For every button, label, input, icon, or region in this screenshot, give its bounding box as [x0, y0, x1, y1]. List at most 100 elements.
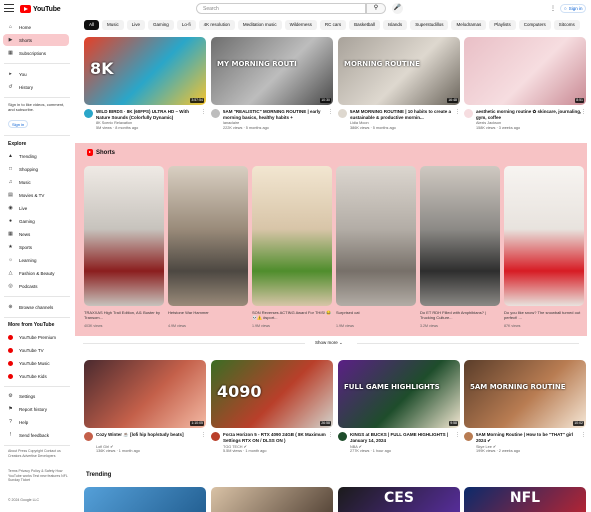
video-title[interactable]: Forza Horizon 5 - RTX 4090 24GB ( 8K Max… — [223, 432, 331, 443]
sidebar-item-live[interactable]: ◉ Live — [3, 202, 69, 214]
trending-thumbnail[interactable]: NFL — [464, 487, 586, 512]
sidebar-item-browse-channels[interactable]: ⊕ Browse channels — [3, 301, 69, 313]
video-title[interactable]: WILD BIRDS · 8K (60FPS) ULTRA HD – With … — [96, 109, 204, 120]
channel-avatar[interactable] — [338, 109, 347, 118]
youtube-logo[interactable]: YouTube — [20, 4, 61, 14]
channel-name[interactable]: lanaclaire — [223, 121, 331, 125]
short-thumbnail[interactable] — [504, 166, 584, 306]
video-title[interactable]: aesthetic morning routine ✿ skincare, jo… — [476, 109, 584, 120]
trending-thumbnail[interactable]: CES — [338, 487, 460, 512]
sidebar-item-youtube-tv[interactable]: YouTube TV — [3, 344, 69, 356]
short-title[interactable]: Hetstone War Hammer — [168, 310, 248, 320]
sidebar-signin-button[interactable]: Sign in — [8, 120, 29, 128]
video-card[interactable]: FULL GAME HIGHLIGHTS 9:58 KINGS at BUCKS |… — [338, 360, 460, 456]
video-thumbnail[interactable]: FULL GAME HIGHLIGHTS 9:58 — [338, 360, 460, 428]
sidebar-item-send-feedback[interactable]: ! Send feedback — [3, 429, 69, 441]
signin-button[interactable]: ○ Sign in — [560, 4, 587, 13]
filter-chip[interactable]: Melodramas — [451, 20, 487, 30]
sidebar-item-shopping[interactable]: □ Shopping — [3, 163, 69, 175]
filter-chip[interactable]: RC cars — [319, 20, 347, 30]
sidebar-item-youtube-kids[interactable]: YouTube Kids — [3, 370, 69, 382]
more-options-icon[interactable]: ⋮ — [455, 109, 460, 115]
search-button[interactable]: ⚲ — [366, 3, 386, 14]
filter-chip[interactable]: Sitcoms — [553, 20, 580, 30]
more-options-icon[interactable]: ⋮ — [455, 432, 460, 438]
trending-thumbnail[interactable] — [84, 487, 206, 512]
sidebar-item-podcasts[interactable]: ◎ Podcasts — [3, 280, 69, 292]
filter-chip[interactable]: Basketball — [349, 20, 380, 30]
video-card[interactable]: 1:10:05 Cozy Winter ☕ [lofi hip hop/study… — [84, 360, 206, 456]
filter-chip[interactable]: Music — [102, 20, 124, 30]
search-input[interactable]: Search — [196, 3, 366, 14]
more-options-icon[interactable]: ⋮ — [201, 432, 206, 438]
sidebar-item-report-history[interactable]: ⚑ Report history — [3, 403, 69, 415]
sidebar-item-help[interactable]: ? Help — [3, 416, 69, 428]
sidebar-item-premium[interactable]: YouTube Premium — [3, 331, 69, 343]
sidebar-item-you[interactable]: ▸ You — [3, 68, 69, 80]
channel-avatar[interactable] — [84, 109, 93, 118]
video-card[interactable]: MY MORNING ROUTI 10:30 5AM "REALISTIC" MOR… — [211, 37, 333, 133]
video-card[interactable]: 8K 3:57:54 WILD BIRDS · 8K (60FPS) ULTRA H… — [84, 37, 206, 133]
channel-name[interactable]: 8K Scenic Relaxation — [96, 121, 204, 125]
video-thumbnail[interactable]: 8K 3:57:54 — [84, 37, 206, 105]
video-thumbnail[interactable]: 8:51 — [464, 37, 586, 105]
short-thumbnail[interactable] — [252, 166, 332, 306]
sidebar-item-settings[interactable]: ⚙ Settings — [3, 390, 69, 402]
show-more-button[interactable]: Show more ⌄ — [315, 340, 343, 346]
filter-chip[interactable]: Live — [126, 20, 146, 30]
short-title[interactable]: Surprised cat — [336, 310, 416, 320]
short-thumbnail[interactable] — [168, 166, 248, 306]
video-title[interactable]: 5AM Morning Routine | How to be "THAT" g… — [476, 432, 584, 443]
more-options-icon[interactable]: ⋮ — [581, 432, 586, 438]
video-title[interactable]: 5AM "REALISTIC" MORNING ROUTINE | early … — [223, 109, 331, 120]
filter-chip[interactable]: Meditation music — [237, 20, 282, 30]
more-options-icon[interactable]: ⋮ — [328, 432, 333, 438]
channel-name[interactable]: Alexis Jackson — [476, 121, 584, 125]
sidebar-item-youtube-music[interactable]: YouTube Music — [3, 357, 69, 369]
short-title[interactable]: TRAXXAS High Trail Edition, AI1 Buster b… — [84, 310, 164, 320]
sidebar-item-news[interactable]: ▦ News — [3, 228, 69, 240]
voice-search-button[interactable]: 🎤 — [392, 3, 403, 14]
video-thumbnail[interactable]: MY MORNING ROUTI 10:30 — [211, 37, 333, 105]
sidebar-item-music[interactable]: ♫ Music — [3, 176, 69, 188]
more-options-icon[interactable]: ⋮ — [581, 109, 586, 115]
channel-avatar[interactable] — [84, 432, 93, 441]
short-thumbnail[interactable] — [84, 166, 164, 306]
sidebar-item-movies[interactable]: ▤ Movies & TV — [3, 189, 69, 201]
sidebar-item-fashion[interactable]: △ Fashion & Beauty — [3, 267, 69, 279]
sidebar-item-learning[interactable]: ☼ Learning — [3, 254, 69, 266]
sidebar-item-sports[interactable]: ★ Sports — [3, 241, 69, 253]
sidebar-item-subscriptions[interactable]: ▦ Subscriptions — [3, 47, 69, 59]
short-title[interactable]: Do you like snow? The snowball turned ou… — [504, 310, 584, 320]
video-card[interactable]: 5AM MORNING ROUTINE 10:02 5AM Morning Rout… — [464, 360, 586, 456]
footer-links-primary[interactable]: About Press Copyright Contact us Creator… — [8, 449, 70, 458]
sidebar-item-home[interactable]: ⌂ Home — [3, 21, 69, 33]
channel-name[interactable]: Lidia Moon — [350, 121, 458, 125]
video-title[interactable]: 5AM MORNING ROUTINE | 10 habits to creat… — [350, 109, 458, 120]
video-card[interactable]: 8:51 aesthetic morning routine ✿ skincare… — [464, 37, 586, 133]
filter-chip[interactable]: Playlists — [489, 20, 516, 30]
short-title[interactable]: Do ET RDH Filled with Amphibians? | Truc… — [420, 310, 500, 320]
video-title[interactable]: KINGS at BUCKS | FULL GAME HIGHLIGHTS | … — [350, 432, 458, 443]
more-options-icon[interactable]: ⋮ — [328, 109, 333, 115]
short-thumbnail[interactable] — [420, 166, 500, 306]
filter-chip[interactable]: Wilderness — [284, 20, 317, 30]
filter-chip[interactable]: Superstudillos — [410, 20, 449, 30]
sidebar-item-history[interactable]: ↺ History — [3, 81, 69, 93]
filter-chip[interactable]: All — [84, 20, 100, 30]
video-thumbnail[interactable]: 5AM MORNING ROUTINE 10:02 — [464, 360, 586, 428]
channel-avatar[interactable] — [211, 432, 220, 441]
video-title[interactable]: Cozy Winter ☕ [lofi hip hop/study beats] — [96, 432, 204, 438]
video-card[interactable]: MORNING ROUTINE 16:48 5AM MORNING ROUTINE … — [338, 37, 460, 133]
filter-chip[interactable]: Gaming — [148, 20, 174, 30]
channel-avatar[interactable] — [464, 432, 473, 441]
video-thumbnail[interactable]: 4090 26:58 — [211, 360, 333, 428]
channel-avatar[interactable] — [211, 109, 220, 118]
sidebar-item-trending[interactable]: ▲ Trending — [3, 150, 69, 162]
settings-kebab-icon[interactable]: ⋮ — [550, 5, 556, 12]
channel-avatar[interactable] — [464, 109, 473, 118]
short-thumbnail[interactable] — [336, 166, 416, 306]
hamburger-menu-icon[interactable] — [4, 4, 14, 12]
channel-avatar[interactable] — [338, 432, 347, 441]
video-thumbnail[interactable]: 1:10:05 — [84, 360, 206, 428]
